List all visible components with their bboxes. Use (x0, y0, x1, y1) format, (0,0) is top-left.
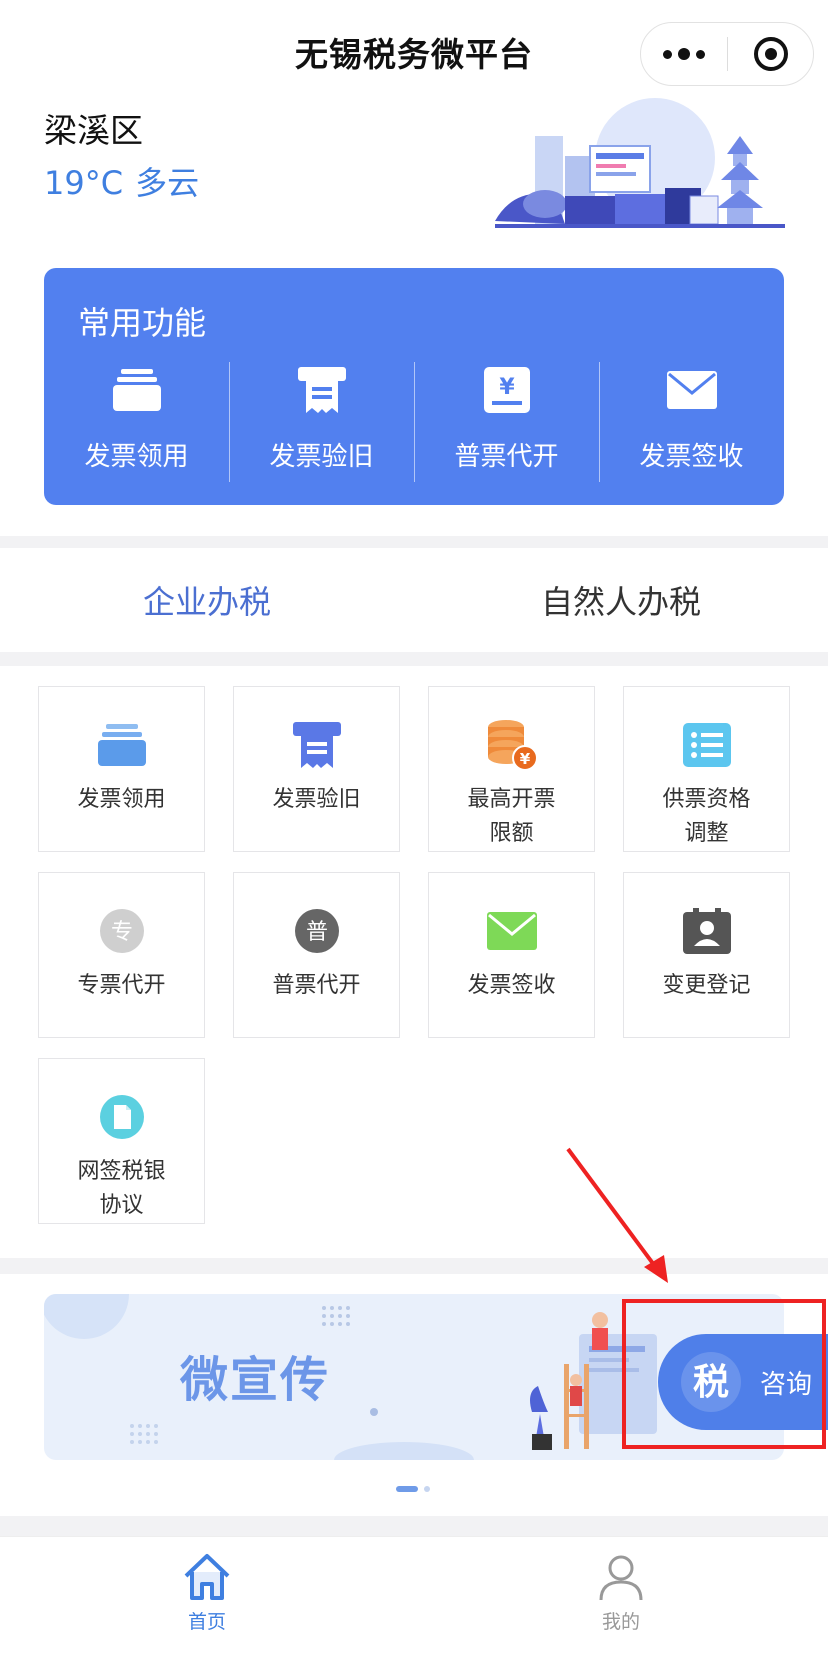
banner-title: 微宣传 (180, 1352, 331, 1408)
common-functions-list: 发票领用 发票验旧 ¥ 普票代开 发票签收 (44, 362, 784, 482)
common-functions-card: 常用功能 发票领用 发票验旧 ¥ 普票代开 发票签收 (44, 268, 784, 505)
grid-item-label: 普票代开 (272, 973, 361, 998)
zhuan-badge-icon: 专 (94, 905, 150, 957)
common-functions-title: 常用功能 (78, 304, 207, 342)
invoice-stack-icon (111, 366, 163, 414)
coins-yen-icon: ¥ (484, 719, 540, 771)
section-divider (0, 1258, 828, 1274)
id-card-icon (679, 905, 735, 957)
list-icon (679, 719, 735, 771)
banner-indicator (396, 1486, 430, 1492)
common-item-label: 普票代开 (454, 442, 559, 472)
annotation-arrow (566, 1147, 668, 1283)
grid-item-label: 发票签收 (467, 973, 556, 998)
yen-document-icon: ¥ (481, 366, 533, 414)
mini-program-capsule (640, 22, 814, 86)
grid-item-max-invoice-limit[interactable]: ¥ 最高开票 限额 (428, 686, 595, 852)
grid-item-label: 供票资格 调整 (662, 787, 751, 846)
section-divider (0, 536, 828, 548)
tax-type-tabs: 企业办税 自然人办税 (0, 548, 828, 652)
invoice-stack-icon (94, 719, 150, 771)
weather-info: 19°C 多云 (44, 158, 199, 204)
envelope-icon (484, 905, 540, 957)
top-bar: 无锡税务微平台 (0, 0, 828, 100)
nav-mine-label: 我的 (601, 1611, 640, 1633)
grid-item-invoice-verify[interactable]: 发票验旧 (233, 686, 400, 852)
user-icon (595, 1551, 647, 1603)
grid-item-label: 发票领用 (77, 787, 166, 812)
grid-item-invoice-receive[interactable]: 发票签收 (428, 872, 595, 1038)
svg-text:¥: ¥ (519, 750, 530, 768)
zhuan-glyph: 专 (110, 920, 132, 945)
tab-enterprise[interactable]: 企业办税 (0, 548, 414, 652)
bottom-navigation: 首页 我的 (0, 1536, 828, 1659)
common-item-invoice-receive[interactable]: 发票签收 (599, 362, 784, 482)
document-icon (94, 1091, 150, 1143)
section-divider (0, 652, 828, 666)
invoice-print-icon (289, 719, 345, 771)
city-illustration (495, 98, 785, 228)
indicator-dot (424, 1486, 430, 1492)
grid-item-tax-bank-agreement[interactable]: 网签税银 协议 (38, 1058, 205, 1224)
grid-item-general-invoice[interactable]: 普 普票代开 (233, 872, 400, 1038)
grid-item-label: 发票验旧 (272, 787, 361, 812)
nav-mine[interactable]: 我的 (414, 1537, 828, 1659)
grid-item-special-invoice[interactable]: 专 专票代开 (38, 872, 205, 1038)
common-item-label: 发票领用 (84, 442, 189, 472)
nav-home-label: 首页 (187, 1611, 226, 1633)
common-item-label: 发票签收 (639, 442, 744, 472)
invoice-print-icon (296, 366, 348, 414)
grid-item-change-registration[interactable]: 变更登记 (623, 872, 790, 1038)
home-icon (181, 1551, 233, 1603)
pu-glyph: 普 (305, 920, 327, 945)
weather-temperature: 19°C (44, 164, 124, 202)
weather-condition: 多云 (135, 164, 200, 202)
grid-item-supply-qualification[interactable]: 供票资格 调整 (623, 686, 790, 852)
common-item-invoice-verify[interactable]: 发票验旧 (229, 362, 414, 482)
grid-item-label: 专票代开 (77, 973, 166, 998)
common-item-general-invoice[interactable]: ¥ 普票代开 (414, 362, 599, 482)
envelope-icon (666, 366, 718, 414)
more-dots-icon[interactable] (641, 23, 727, 85)
pu-badge-icon: 普 (289, 905, 345, 957)
location-district: 梁溪区 (44, 111, 143, 150)
common-item-label: 发票验旧 (269, 442, 374, 472)
grid-item-label: 变更登记 (662, 973, 751, 998)
consult-highlight-box (622, 1299, 826, 1449)
grid-item-label: 最高开票 限额 (467, 787, 556, 846)
mini-program-close-icon[interactable] (728, 23, 813, 85)
grid-item-label: 网签税银 协议 (77, 1159, 166, 1218)
common-item-invoice-collect[interactable]: 发票领用 (44, 366, 229, 478)
nav-home[interactable]: 首页 (0, 1537, 414, 1659)
indicator-dot-active (396, 1486, 418, 1492)
grid-item-invoice-collect[interactable]: 发票领用 (38, 686, 205, 852)
tab-individual[interactable]: 自然人办税 (414, 548, 828, 652)
svg-text:¥: ¥ (499, 375, 515, 400)
section-divider (0, 1516, 828, 1536)
